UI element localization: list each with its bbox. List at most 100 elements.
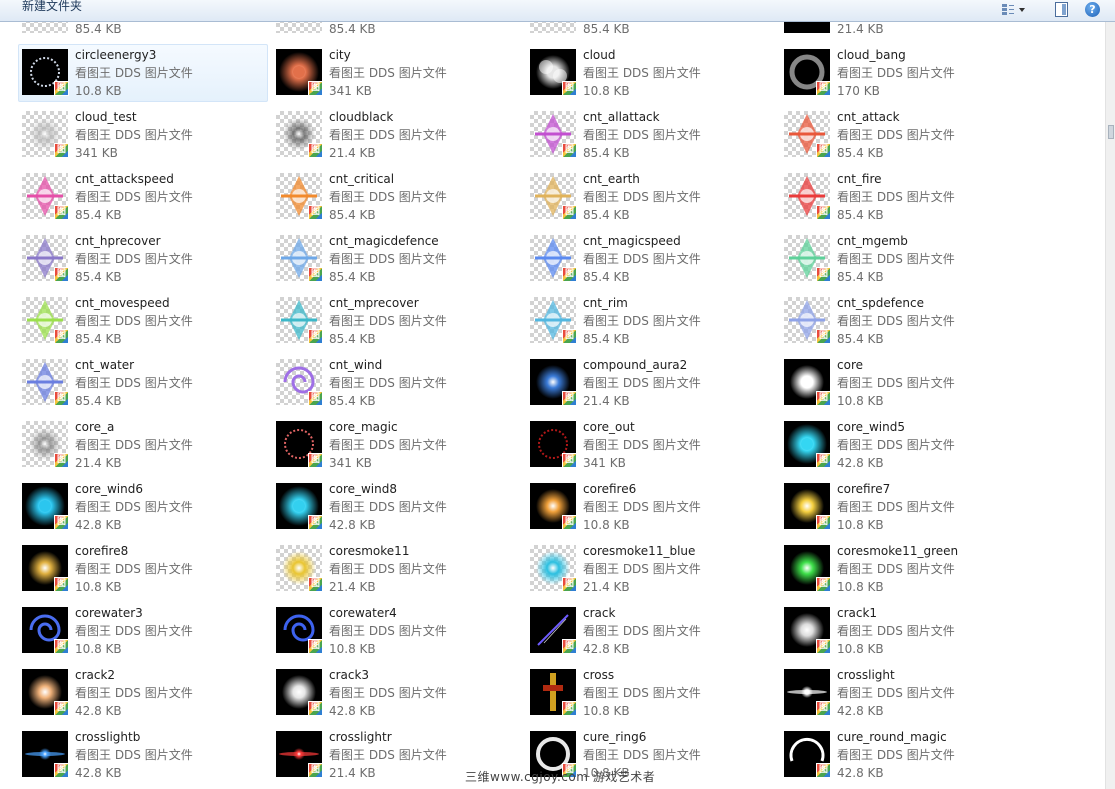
file-item[interactable]: 图 crack2 看图王 DDS 图片文件 42.8 KB <box>18 664 268 722</box>
file-thumbnail <box>22 22 68 33</box>
file-item[interactable]: 图 cnt_attack 看图王 DDS 图片文件 85.4 KB <box>780 106 1030 164</box>
file-item[interactable]: 图 crosslight 看图王 DDS 图片文件 42.8 KB <box>780 664 1030 722</box>
file-item[interactable]: 图 cnt_mprecover 看图王 DDS 图片文件 85.4 KB <box>272 292 522 350</box>
file-item[interactable]: 图 coresmoke11 看图王 DDS 图片文件 21.4 KB <box>272 540 522 598</box>
file-item[interactable]: 图 core 看图王 DDS 图片文件 10.8 KB <box>780 354 1030 412</box>
file-meta: cnt_mgemb 看图王 DDS 图片文件 85.4 KB <box>837 232 955 286</box>
file-type: 看图王 DDS 图片文件 <box>75 314 193 328</box>
image-viewer-badge-icon: 图 <box>816 329 831 344</box>
file-size: 42.8 KB <box>837 766 884 780</box>
file-meta: cnt_earth 看图王 DDS 图片文件 85.4 KB <box>583 170 701 224</box>
file-item[interactable]: 图 circleenergy3 看图王 DDS 图片文件 10.8 KB <box>18 44 268 102</box>
file-item[interactable]: 图 cnt_rim 看图王 DDS 图片文件 85.4 KB <box>526 292 776 350</box>
image-viewer-badge-icon: 图 <box>562 639 577 654</box>
file-item[interactable]: 21.4 KB <box>780 22 1030 40</box>
file-size: 10.8 KB <box>583 518 630 532</box>
file-size: 85.4 KB <box>583 270 630 284</box>
file-item[interactable]: 图 corefire7 看图王 DDS 图片文件 10.8 KB <box>780 478 1030 536</box>
file-size: 10.8 KB <box>583 704 630 718</box>
file-item[interactable]: 图 core_a 看图王 DDS 图片文件 21.4 KB <box>18 416 268 474</box>
scrollbar-thumb[interactable] <box>1108 125 1114 139</box>
file-name: crosslightr <box>329 730 392 744</box>
file-item[interactable]: 图 corefire8 看图王 DDS 图片文件 10.8 KB <box>18 540 268 598</box>
image-viewer-badge-icon: 图 <box>562 205 577 220</box>
image-viewer-badge-icon: 图 <box>54 81 69 96</box>
file-item[interactable]: 图 cross 看图王 DDS 图片文件 10.8 KB <box>526 664 776 722</box>
image-viewer-badge-icon: 图 <box>562 143 577 158</box>
file-item[interactable]: 图 cnt_attackspeed 看图王 DDS 图片文件 85.4 KB <box>18 168 268 226</box>
file-size: 10.8 KB <box>329 642 376 656</box>
image-viewer-badge-icon: 图 <box>816 81 831 96</box>
file-item[interactable]: 图 corewater4 看图王 DDS 图片文件 10.8 KB <box>272 602 522 660</box>
preview-pane-button[interactable] <box>1055 2 1071 18</box>
file-item[interactable]: 图 core_magic 看图王 DDS 图片文件 341 KB <box>272 416 522 474</box>
image-viewer-badge-icon: 图 <box>54 205 69 220</box>
view-options-button[interactable] <box>1002 2 1030 18</box>
file-type: 看图王 DDS 图片文件 <box>75 252 193 266</box>
file-item[interactable]: 图 cure_round_magic 看图王 DDS 图片文件 42.8 KB <box>780 726 1030 784</box>
file-item[interactable]: 图 core_wind8 看图王 DDS 图片文件 42.8 KB <box>272 478 522 536</box>
file-name: core_a <box>75 420 115 434</box>
file-item[interactable]: 图 core_wind5 看图王 DDS 图片文件 42.8 KB <box>780 416 1030 474</box>
file-name: cure_round_magic <box>837 730 947 744</box>
file-size: 42.8 KB <box>75 704 122 718</box>
file-item[interactable]: 图 city 看图王 DDS 图片文件 341 KB <box>272 44 522 102</box>
file-item[interactable]: 图 cnt_movespeed 看图王 DDS 图片文件 85.4 KB <box>18 292 268 350</box>
file-item[interactable]: 图 cnt_magicspeed 看图王 DDS 图片文件 85.4 KB <box>526 230 776 288</box>
file-item[interactable]: 图 cnt_mgemb 看图王 DDS 图片文件 85.4 KB <box>780 230 1030 288</box>
file-item[interactable]: 85.4 KB <box>526 22 776 40</box>
file-item[interactable]: 85.4 KB <box>18 22 268 40</box>
file-item[interactable]: 图 cnt_hprecover 看图王 DDS 图片文件 85.4 KB <box>18 230 268 288</box>
vertical-scrollbar[interactable] <box>1105 22 1115 789</box>
file-item[interactable]: 图 cnt_spdefence 看图王 DDS 图片文件 85.4 KB <box>780 292 1030 350</box>
file-size: 10.8 KB <box>837 580 884 594</box>
file-name: coresmoke11 <box>329 544 410 558</box>
file-item[interactable]: 图 cnt_critical 看图王 DDS 图片文件 85.4 KB <box>272 168 522 226</box>
file-item[interactable]: 图 crack 看图王 DDS 图片文件 42.8 KB <box>526 602 776 660</box>
file-item[interactable]: 图 crack1 看图王 DDS 图片文件 10.8 KB <box>780 602 1030 660</box>
file-name: corewater3 <box>75 606 143 620</box>
file-item[interactable]: 图 crack3 看图王 DDS 图片文件 42.8 KB <box>272 664 522 722</box>
file-list-pane[interactable]: 85.4 KB 85.4 KB 85.4 KB 21.4 KB 图 circleenerg… <box>0 22 1105 789</box>
file-meta: compound_aura2 看图王 DDS 图片文件 21.4 KB <box>583 356 701 410</box>
file-name: cloud <box>583 48 616 62</box>
file-size: 85.4 KB <box>75 270 122 284</box>
file-type: 看图王 DDS 图片文件 <box>75 376 193 390</box>
file-item[interactable]: 图 core_wind6 看图王 DDS 图片文件 42.8 KB <box>18 478 268 536</box>
file-item[interactable]: 图 coresmoke11_blue 看图王 DDS 图片文件 21.4 KB <box>526 540 776 598</box>
file-item[interactable]: 图 compound_aura2 看图王 DDS 图片文件 21.4 KB <box>526 354 776 412</box>
file-item[interactable]: 图 cnt_fire 看图王 DDS 图片文件 85.4 KB <box>780 168 1030 226</box>
file-item[interactable]: 图 cloud 看图王 DDS 图片文件 10.8 KB <box>526 44 776 102</box>
file-size: 85.4 KB <box>75 394 122 408</box>
file-meta: crosslightb 看图王 DDS 图片文件 42.8 KB <box>75 728 193 782</box>
file-item[interactable]: 图 core_out 看图王 DDS 图片文件 341 KB <box>526 416 776 474</box>
file-item[interactable]: 图 cloudblack 看图王 DDS 图片文件 21.4 KB <box>272 106 522 164</box>
image-viewer-badge-icon: 图 <box>816 577 831 592</box>
file-item[interactable]: 图 cloud_bang 看图王 DDS 图片文件 170 KB <box>780 44 1030 102</box>
file-item[interactable]: 图 cnt_water 看图王 DDS 图片文件 85.4 KB <box>18 354 268 412</box>
file-type: 看图王 DDS 图片文件 <box>329 128 447 142</box>
file-item[interactable]: 图 cnt_magicdefence 看图王 DDS 图片文件 85.4 KB <box>272 230 522 288</box>
file-item[interactable]: 图 corefire6 看图王 DDS 图片文件 10.8 KB <box>526 478 776 536</box>
file-size: 85.4 KB <box>837 270 884 284</box>
file-meta: core_wind8 看图王 DDS 图片文件 42.8 KB <box>329 480 447 534</box>
file-type: 看图王 DDS 图片文件 <box>329 624 447 638</box>
file-item[interactable]: 图 cnt_wind 看图王 DDS 图片文件 85.4 KB <box>272 354 522 412</box>
file-item[interactable]: 图 cloud_test 看图王 DDS 图片文件 341 KB <box>18 106 268 164</box>
file-item[interactable]: 图 cnt_allattack 看图王 DDS 图片文件 85.4 KB <box>526 106 776 164</box>
file-item[interactable]: 图 coresmoke11_green 看图王 DDS 图片文件 10.8 KB <box>780 540 1030 598</box>
file-item[interactable]: 图 corewater3 看图王 DDS 图片文件 10.8 KB <box>18 602 268 660</box>
file-meta: cross 看图王 DDS 图片文件 10.8 KB <box>583 666 701 720</box>
file-type: 看图王 DDS 图片文件 <box>329 748 447 762</box>
file-item[interactable]: 85.4 KB <box>272 22 522 40</box>
new-folder-button[interactable]: 新建文件夹 <box>22 0 82 14</box>
help-button[interactable]: ? <box>1085 2 1101 18</box>
file-meta: core_magic 看图王 DDS 图片文件 341 KB <box>329 418 447 472</box>
file-size: 10.8 KB <box>75 642 122 656</box>
file-item[interactable]: 图 cnt_earth 看图王 DDS 图片文件 85.4 KB <box>526 168 776 226</box>
file-item[interactable]: 图 crosslightb 看图王 DDS 图片文件 42.8 KB <box>18 726 268 784</box>
image-viewer-badge-icon: 图 <box>562 453 577 468</box>
file-name: cnt_hprecover <box>75 234 161 248</box>
file-meta: 21.4 KB <box>837 22 884 38</box>
file-type: 看图王 DDS 图片文件 <box>75 500 193 514</box>
